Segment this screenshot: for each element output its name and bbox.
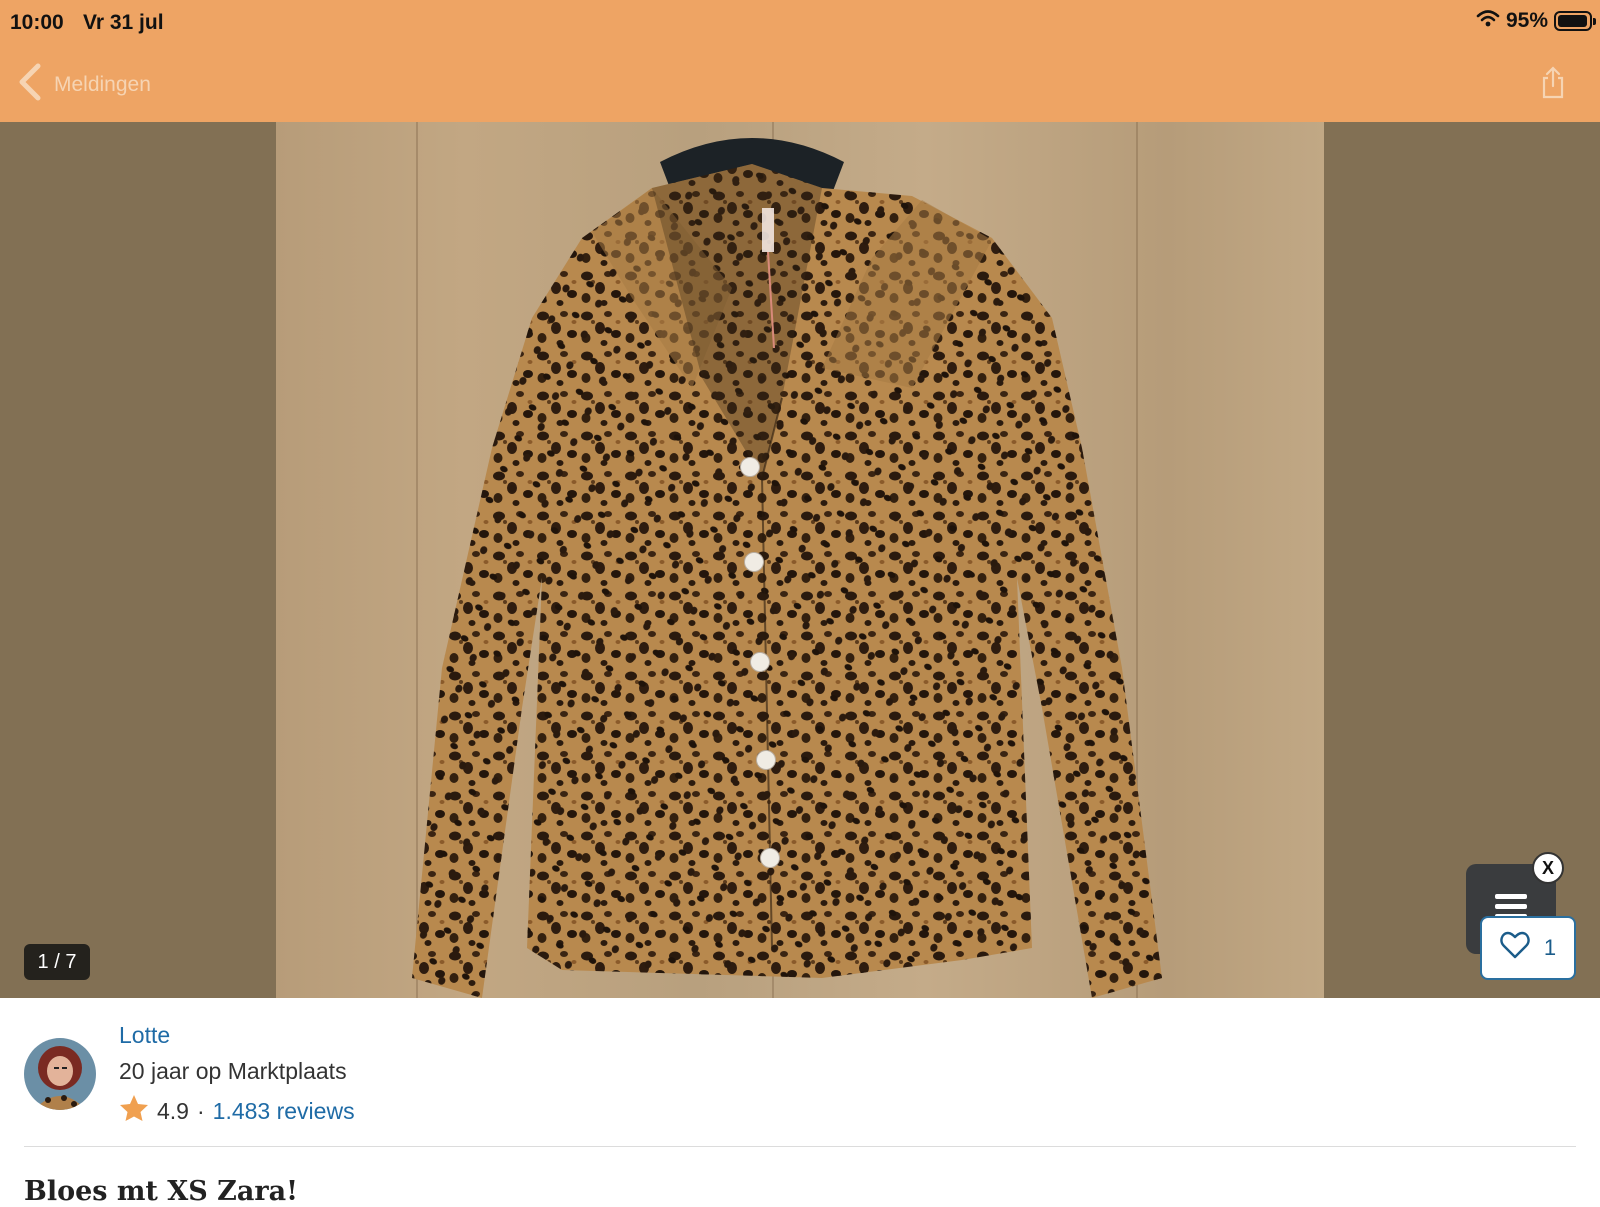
- star-icon: [119, 1094, 149, 1128]
- share-button[interactable]: [1540, 66, 1566, 105]
- favorite-count: 1: [1543, 935, 1557, 960]
- divider: [24, 1146, 1576, 1147]
- battery-level: [1558, 15, 1587, 27]
- listing-photo: [276, 122, 1324, 998]
- close-menu-button[interactable]: X: [1532, 852, 1564, 884]
- nav-bar: Meldingen: [0, 46, 1600, 122]
- status-date: Vr 31 jul: [83, 11, 164, 34]
- share-icon: [1540, 66, 1566, 104]
- status-time: 10:00: [10, 11, 64, 34]
- back-button-label: Meldingen: [54, 73, 151, 96]
- listing-title: Bloes mt XS Zara!: [24, 1176, 298, 1207]
- heart-icon: [1500, 931, 1530, 965]
- favorite-button[interactable]: 1: [1480, 916, 1576, 980]
- chevron-left-icon: [16, 62, 42, 108]
- seller-member-since: 20 jaar op Marktplaats: [119, 1058, 347, 1084]
- leopard-blouse: [412, 164, 1162, 998]
- rating-separator: ·: [196, 1097, 205, 1124]
- battery-percent: 95%: [1505, 9, 1548, 32]
- photo-gallery[interactable]: 1 / 7 X 1: [0, 122, 1600, 998]
- seller-name[interactable]: Lotte: [119, 1022, 170, 1049]
- seller-section: Lotte 20 jaar op Marktplaats 4.9 · 1.483…: [0, 998, 1600, 1148]
- rating-value: 4.9: [157, 1097, 189, 1124]
- reviews-link[interactable]: 1.483 reviews: [213, 1098, 355, 1125]
- status-indicators: 95%: [1476, 9, 1596, 33]
- battery-icon: [1554, 11, 1596, 31]
- status-bar: 10:00 Vr 31 jul 95%: [0, 0, 1600, 46]
- photo-counter: 1 / 7: [24, 944, 90, 980]
- seller-rating: 4.9 · 1.483 reviews: [119, 1094, 355, 1128]
- seller-avatar[interactable]: [24, 1038, 96, 1110]
- back-button[interactable]: Meldingen: [16, 62, 151, 108]
- wifi-icon: [1476, 9, 1500, 33]
